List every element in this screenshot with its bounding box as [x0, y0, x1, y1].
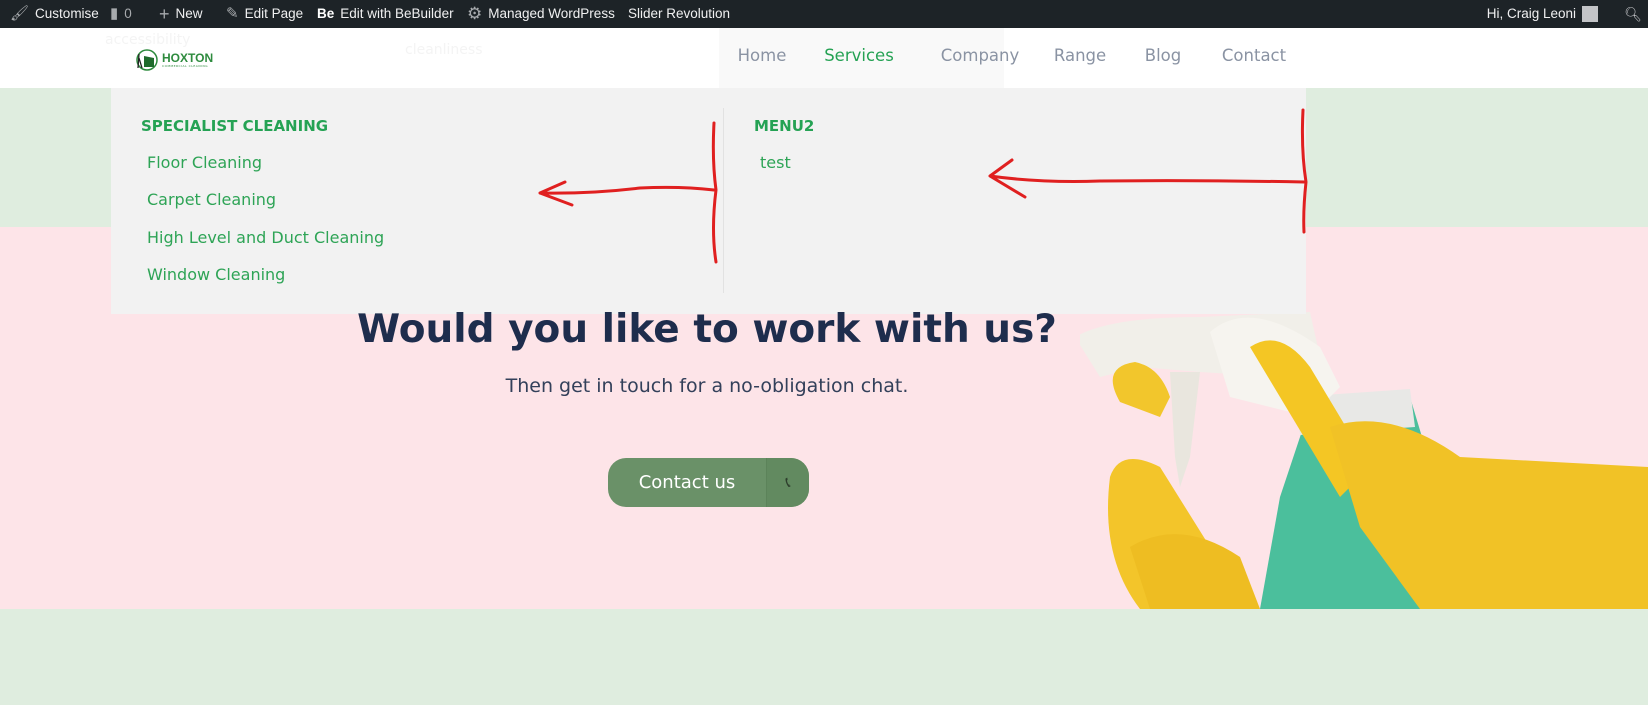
- menu-column-heading: SPECIALIST CLEANING: [141, 117, 329, 135]
- edit-with-bebuilder-link[interactable]: Be Edit with BeBuilder: [317, 0, 454, 28]
- menu-item-test[interactable]: test: [760, 153, 791, 172]
- account-menu[interactable]: Hi, Craig Leoni: [1487, 0, 1598, 28]
- cta-heading: Would you like to work with us?: [357, 307, 1057, 352]
- slider-revolution-link[interactable]: Slider Revolution: [628, 0, 730, 28]
- avatar: [1582, 6, 1598, 22]
- search-icon: 🔍︎: [1624, 6, 1642, 22]
- managed-wordpress-link[interactable]: ⚙ Managed WordPress: [467, 0, 615, 28]
- gear-icon: ⚙: [467, 4, 483, 23]
- new-link[interactable]: + New: [159, 0, 203, 28]
- logo[interactable]: HOXTON COMMERCIAL CLEANING: [134, 48, 213, 72]
- comments-link[interactable]: ▮ 0: [110, 0, 132, 28]
- plus-icon: +: [159, 4, 170, 24]
- customise-link[interactable]: 🖌︎ Customise: [10, 0, 99, 28]
- column-divider: [723, 108, 724, 293]
- admin-search-button[interactable]: 🔍︎: [1624, 0, 1642, 28]
- contact-us-button[interactable]: Contact us 📞︎: [608, 458, 809, 507]
- nav-blog[interactable]: Blog: [1145, 46, 1181, 65]
- nav-range[interactable]: Range: [1054, 46, 1106, 65]
- ghost-text: accessibility: [105, 32, 191, 48]
- nav-company[interactable]: Company: [941, 46, 1020, 65]
- ghost-text: cleanliness: [405, 42, 483, 58]
- wp-admin-bar: 🖌︎ Customise ▮ 0 + New ✎ Edit Page Be Edit wi…: [0, 0, 1648, 28]
- cta-subheading: Then get in touch for a no-obligation ch…: [505, 375, 909, 397]
- bebuilder-icon: Be: [317, 6, 335, 21]
- footer-band: [0, 609, 1648, 705]
- menu-item-high-level-duct-cleaning[interactable]: High Level and Duct Cleaning: [147, 228, 384, 247]
- phone-icon: 📞︎: [766, 458, 809, 507]
- logo-mark-icon: [136, 49, 158, 71]
- nav-services[interactable]: Services: [824, 46, 894, 65]
- menu-column-heading: MENU2: [754, 117, 815, 135]
- edit-page-link[interactable]: ✎ Edit Page: [226, 0, 303, 28]
- menu-item-carpet-cleaning[interactable]: Carpet Cleaning: [147, 190, 276, 209]
- nav-contact[interactable]: Contact: [1222, 46, 1286, 65]
- nav-home[interactable]: Home: [738, 46, 787, 65]
- menu-item-window-cleaning[interactable]: Window Cleaning: [147, 265, 285, 284]
- comment-icon: ▮: [110, 5, 119, 22]
- brush-icon: 🖌︎: [10, 5, 30, 22]
- services-mega-menu: SPECIALIST CLEANING Floor Cleaning Carpe…: [111, 88, 1306, 314]
- pencil-icon: ✎: [226, 5, 239, 22]
- menu-item-floor-cleaning[interactable]: Floor Cleaning: [147, 153, 262, 172]
